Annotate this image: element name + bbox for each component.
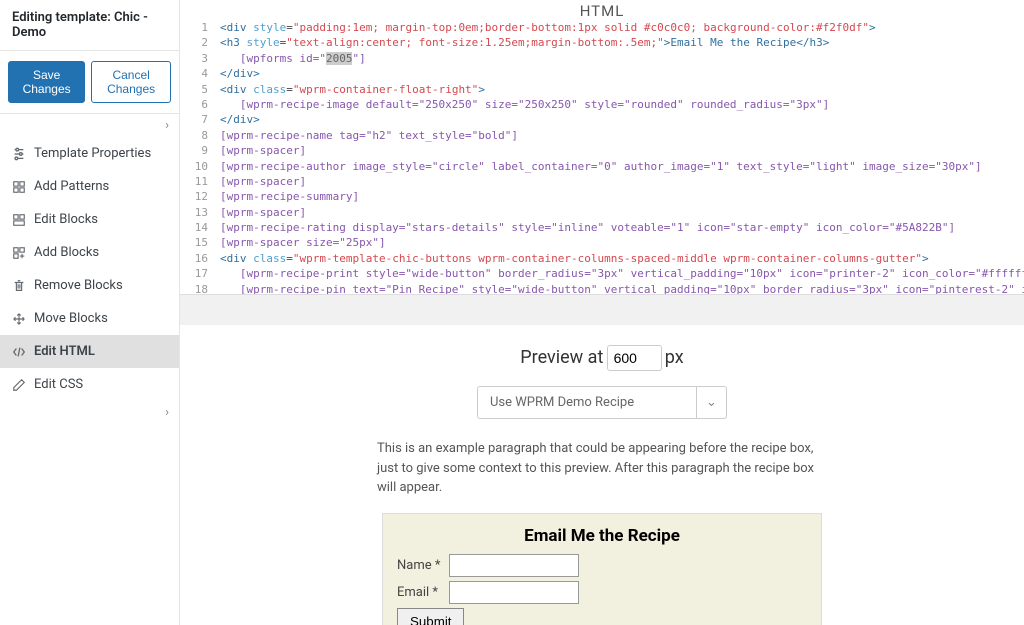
code-line[interactable]: <div class="wprm-template-chic-buttons w… — [216, 251, 929, 266]
line-num: 11 — [180, 174, 216, 189]
nav-label: Add Blocks — [34, 245, 99, 260]
email-label: Email * — [397, 585, 445, 600]
nav-move-blocks[interactable]: Move Blocks — [0, 302, 179, 335]
recipe-box: Email Me the Recipe Name * Email * Submi… — [382, 513, 822, 625]
nav-label: Edit CSS — [34, 377, 83, 392]
pencil-icon — [12, 378, 26, 392]
nav-label: Edit Blocks — [34, 212, 98, 227]
cancel-button[interactable]: Cancel Changes — [91, 61, 171, 103]
grid-icon — [12, 180, 26, 194]
line-num: 3 — [180, 51, 216, 66]
save-button[interactable]: Save Changes — [8, 61, 85, 103]
sliders-icon — [12, 147, 26, 161]
line-num: 1 — [180, 20, 216, 35]
email-input[interactable] — [449, 581, 579, 604]
nav-label: Remove Blocks — [34, 278, 123, 293]
line-num: 5 — [180, 82, 216, 97]
move-icon — [12, 312, 26, 326]
name-input[interactable] — [449, 554, 579, 577]
preview-example-paragraph: This is an example paragraph that could … — [377, 439, 827, 498]
code-line[interactable]: [wprm-recipe-print style="wide-button" b… — [216, 266, 1024, 281]
submit-button[interactable]: Submit — [397, 608, 464, 625]
code-line[interactable]: <h3 style="text-align:center; font-size:… — [216, 35, 829, 50]
code-line[interactable]: [wprm-spacer] — [216, 143, 306, 158]
line-num: 15 — [180, 235, 216, 250]
preview-label: Preview at — [520, 347, 603, 368]
code-line[interactable]: [wprm-spacer] — [216, 174, 306, 189]
code-line[interactable]: [wprm-recipe-name tag="h2" text_style="b… — [216, 128, 518, 143]
editor-tab-label: HTML — [180, 0, 1024, 20]
code-line[interactable]: [wprm-recipe-summary] — [216, 189, 359, 204]
email-form-title: Email Me the Recipe — [397, 526, 807, 546]
add-blocks-icon — [12, 246, 26, 260]
code-line[interactable]: </div> — [216, 112, 260, 127]
line-num: 16 — [180, 251, 216, 266]
email-form: Email Me the Recipe Name * Email * Submi… — [383, 514, 821, 625]
trash-icon — [12, 279, 26, 293]
code-icon — [12, 345, 26, 359]
chevron-down-icon[interactable]: ⌄ — [697, 386, 727, 419]
sidebar-buttons: Save Changes Cancel Changes — [0, 51, 179, 114]
code-line[interactable]: [wprm-recipe-pin text="Pin Recipe" style… — [216, 282, 1024, 295]
line-num: 6 — [180, 97, 216, 112]
code-line[interactable]: [wprm-recipe-image default="250x250" siz… — [216, 97, 829, 112]
code-line[interactable]: [wprm-recipe-author image_style="circle"… — [216, 159, 982, 174]
code-line[interactable]: <div style="padding:1em; margin-top:0em;… — [216, 20, 876, 35]
line-num: 4 — [180, 66, 216, 81]
collapse-toggle-top[interactable]: › — [0, 114, 179, 137]
recipe-select-value[interactable]: Use WPRM Demo Recipe — [477, 386, 697, 419]
line-num: 14 — [180, 220, 216, 235]
nav-label: Edit HTML — [34, 344, 95, 359]
preview-width-input[interactable] — [607, 345, 662, 371]
code-line[interactable]: [wprm-spacer size="25px"] — [216, 235, 386, 250]
line-num: 8 — [180, 128, 216, 143]
preview-panel: Preview at px Use WPRM Demo Recipe ⌄ Thi… — [180, 325, 1024, 625]
nav-label: Template Properties — [34, 146, 151, 161]
nav-add-patterns[interactable]: Add Patterns — [0, 170, 179, 203]
nav-template-properties[interactable]: Template Properties — [0, 137, 179, 170]
name-label: Name * — [397, 558, 445, 573]
nav-remove-blocks[interactable]: Remove Blocks — [0, 269, 179, 302]
template-title: Editing template: Chic - Demo — [0, 0, 179, 51]
sidebar-nav: Template Properties Add Patterns Edit Bl… — [0, 137, 179, 401]
nav-label: Move Blocks — [34, 311, 108, 326]
code-line[interactable]: [wprm-spacer] — [216, 205, 306, 220]
nav-label: Add Patterns — [34, 179, 109, 194]
line-num: 9 — [180, 143, 216, 158]
nav-edit-css[interactable]: Edit CSS — [0, 368, 179, 401]
line-num: 7 — [180, 112, 216, 127]
recipe-select[interactable]: Use WPRM Demo Recipe ⌄ — [180, 386, 1024, 419]
nav-add-blocks[interactable]: Add Blocks — [0, 236, 179, 269]
line-num: 17 — [180, 266, 216, 281]
sidebar: Editing template: Chic - Demo Save Chang… — [0, 0, 180, 625]
line-num: 12 — [180, 189, 216, 204]
code-line[interactable]: </div> — [216, 66, 260, 81]
nav-edit-blocks[interactable]: Edit Blocks — [0, 203, 179, 236]
nav-edit-html[interactable]: Edit HTML — [0, 335, 179, 368]
line-num: 10 — [180, 159, 216, 174]
preview-unit: px — [665, 347, 684, 368]
code-line[interactable]: [wpforms id="2005"] — [216, 51, 366, 66]
blocks-icon — [12, 213, 26, 227]
collapse-toggle-bottom[interactable]: › — [0, 401, 179, 424]
code-line[interactable]: <div class="wprm-container-float-right"> — [216, 82, 485, 97]
main-panel: HTML 1<div style="padding:1em; margin-to… — [180, 0, 1024, 625]
line-num: 18 — [180, 282, 216, 295]
line-num: 13 — [180, 205, 216, 220]
preview-controls: Preview at px — [180, 345, 1024, 371]
code-line[interactable]: [wprm-recipe-rating display="stars-detai… — [216, 220, 955, 235]
line-num: 2 — [180, 35, 216, 50]
code-editor[interactable]: 1<div style="padding:1em; margin-top:0em… — [180, 20, 1024, 295]
